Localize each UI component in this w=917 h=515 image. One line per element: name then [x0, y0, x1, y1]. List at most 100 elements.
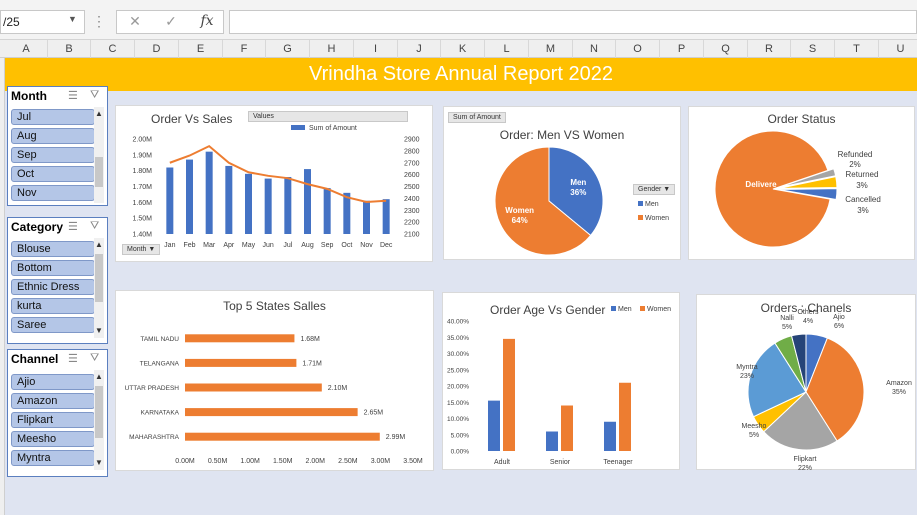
legend-label: Men — [618, 306, 632, 313]
scroll-thumb[interactable] — [95, 157, 103, 187]
column-header-f[interactable]: F — [223, 40, 266, 58]
y-tick-label: 25.00% — [447, 367, 469, 374]
legend-label: Women — [645, 215, 669, 222]
slicer-item[interactable]: Meesho — [11, 431, 95, 447]
slice-label: Flipkart — [794, 456, 817, 463]
chevron-down-icon[interactable]: ▼ — [68, 14, 82, 28]
slicer-item[interactable]: Saree — [11, 317, 95, 333]
slicer-item[interactable]: Flipkart — [11, 412, 95, 428]
slice-label: Meesho — [742, 423, 767, 430]
x-tick-label: 2.50M — [338, 458, 358, 465]
channels-chart[interactable]: Orders : Chanels Ajio 6% Amazon 35% Flipkart… — [696, 294, 916, 471]
legend-swatch-men — [611, 306, 616, 311]
slicer-scrollbar[interactable]: ▲ ▼ — [94, 238, 104, 338]
column-header-h[interactable]: H — [310, 40, 354, 58]
column-header-r[interactable]: R — [748, 40, 791, 58]
column-header-i[interactable]: I — [354, 40, 398, 58]
y-tick-label: TELANGANA — [140, 360, 180, 367]
y-tick-label: 0.00% — [451, 449, 470, 456]
column-header-b[interactable]: B — [48, 40, 91, 58]
column-header-e[interactable]: E — [179, 40, 223, 58]
slice-label: Refunded — [838, 150, 873, 159]
column-header-g[interactable]: G — [266, 40, 310, 58]
column-header-o[interactable]: O — [616, 40, 660, 58]
column-header-q[interactable]: Q — [704, 40, 748, 58]
slicer-item[interactable]: Myntra — [11, 450, 95, 466]
scroll-down-icon[interactable]: ▼ — [94, 326, 104, 335]
multi-select-icon[interactable]: ☰ — [68, 220, 78, 233]
slice-label: Others — [797, 309, 819, 316]
clear-filter-icon[interactable]: ⛛ — [90, 89, 99, 102]
slicer-item[interactable]: Jul — [11, 109, 95, 125]
order-status-plot: Delivere Refunded2%Returned 3% Cancelled 3% — [714, 130, 881, 248]
slicer-item[interactable]: Nov — [11, 185, 95, 201]
clear-filter-icon[interactable]: ⛛ — [90, 352, 99, 365]
channel-slicer[interactable]: Channel ☰ ⛛ Ajio Amazon Flipkart Meesho … — [7, 349, 108, 477]
slice-label: Returned — [846, 170, 879, 179]
slice-value: 5% — [749, 432, 759, 439]
scroll-thumb[interactable] — [95, 254, 103, 302]
order-status-chart[interactable]: Order Status Delivere Refunded 2% Returned 3… — [688, 106, 915, 260]
slicer-item[interactable]: kurta — [11, 298, 95, 314]
x-tick-label: Jan — [164, 242, 175, 249]
data-label: 1.68M — [300, 336, 320, 343]
column-header-p[interactable]: P — [660, 40, 704, 58]
column-headers: ABCDEFGHIJKLMNOPQRSTU — [0, 40, 917, 58]
bar-state — [185, 408, 358, 417]
slice-label: Amazon — [886, 380, 912, 387]
column-header-j[interactable]: J — [398, 40, 441, 58]
legend-label: Women — [647, 306, 671, 313]
formula-input[interactable] — [229, 10, 917, 34]
column-header-a[interactable]: A — [5, 40, 48, 58]
column-header-c[interactable]: C — [91, 40, 135, 58]
scroll-thumb[interactable] — [95, 386, 103, 438]
bar-amount — [343, 192, 351, 234]
column-header-k[interactable]: K — [441, 40, 485, 58]
column-header-u[interactable]: U — [879, 40, 917, 58]
slicer-item[interactable]: Oct — [11, 166, 95, 182]
slicer-item[interactable]: Amazon — [11, 393, 95, 409]
slice-label: Ajio — [833, 314, 845, 321]
bar-amount — [363, 200, 370, 234]
clear-filter-icon[interactable]: ⛛ — [90, 220, 99, 233]
slicer-item[interactable]: Ethnic Dress — [11, 279, 95, 295]
more-options-icon[interactable]: ⋮ — [92, 13, 106, 30]
age-vs-gender-chart[interactable]: Order Age Vs Gender Men Women 40.00% 35.00%… — [442, 292, 680, 470]
slicer-item[interactable]: Sep — [11, 147, 95, 163]
slicer-item[interactable]: Aug — [11, 128, 95, 144]
bar-amount — [245, 173, 252, 234]
order-vs-sales-plot: Sum of Amount 2.00M 1.90M 1.80M 1.70M 1.60M 1.… — [133, 125, 420, 249]
slicer-scrollbar[interactable]: ▲ ▼ — [94, 370, 104, 470]
top-states-chart[interactable]: Top 5 States Salles 0.00M 0.50M 1.00M 1.50M… — [115, 290, 434, 471]
scroll-up-icon[interactable]: ▲ — [94, 372, 104, 381]
multi-select-icon[interactable]: ☰ — [68, 89, 78, 102]
order-vs-sales-chart[interactable]: Order Vs Sales Values Month ▼ Sum of Amo… — [115, 105, 433, 262]
slicer-item[interactable]: Blouse — [11, 241, 95, 257]
slicer-item[interactable]: Bottom — [11, 260, 95, 276]
enter-icon[interactable]: ✓ — [161, 13, 181, 30]
column-header-n[interactable]: N — [573, 40, 616, 58]
bar-state — [185, 383, 322, 392]
insert-function-icon[interactable]: fx — [197, 13, 217, 29]
scroll-up-icon[interactable]: ▲ — [94, 109, 104, 118]
slicer-scrollbar[interactable]: ▲ — [94, 107, 104, 203]
category-slicer[interactable]: Category ☰ ⛛ Blouse Bottom Ethnic Dress … — [7, 217, 108, 344]
y-tick-label: MAHARASHTRA — [129, 434, 180, 441]
bar-amount — [166, 167, 174, 234]
y2-tick-label: 2300 — [404, 208, 420, 215]
month-slicer[interactable]: Month ☰ ⛛ Jul Aug Sep Oct Nov ▲ — [7, 86, 108, 206]
column-header-s[interactable]: S — [791, 40, 835, 58]
men-vs-women-chart[interactable]: Sum of Amount Order: Men VS Women Gender… — [443, 106, 681, 260]
multi-select-icon[interactable]: ☰ — [68, 352, 78, 365]
y-tick-label: 1.70M — [133, 184, 153, 191]
column-header-d[interactable]: D — [135, 40, 179, 58]
scroll-up-icon[interactable]: ▲ — [94, 240, 104, 249]
y-tick-label: 30.00% — [447, 351, 469, 358]
column-header-t[interactable]: T — [835, 40, 879, 58]
y2-tick-label: 2500 — [404, 184, 420, 191]
scroll-down-icon[interactable]: ▼ — [94, 458, 104, 467]
cancel-icon[interactable]: ✕ — [125, 13, 145, 30]
slicer-item[interactable]: Ajio — [11, 374, 95, 390]
column-header-l[interactable]: L — [485, 40, 529, 58]
column-header-m[interactable]: M — [529, 40, 573, 58]
